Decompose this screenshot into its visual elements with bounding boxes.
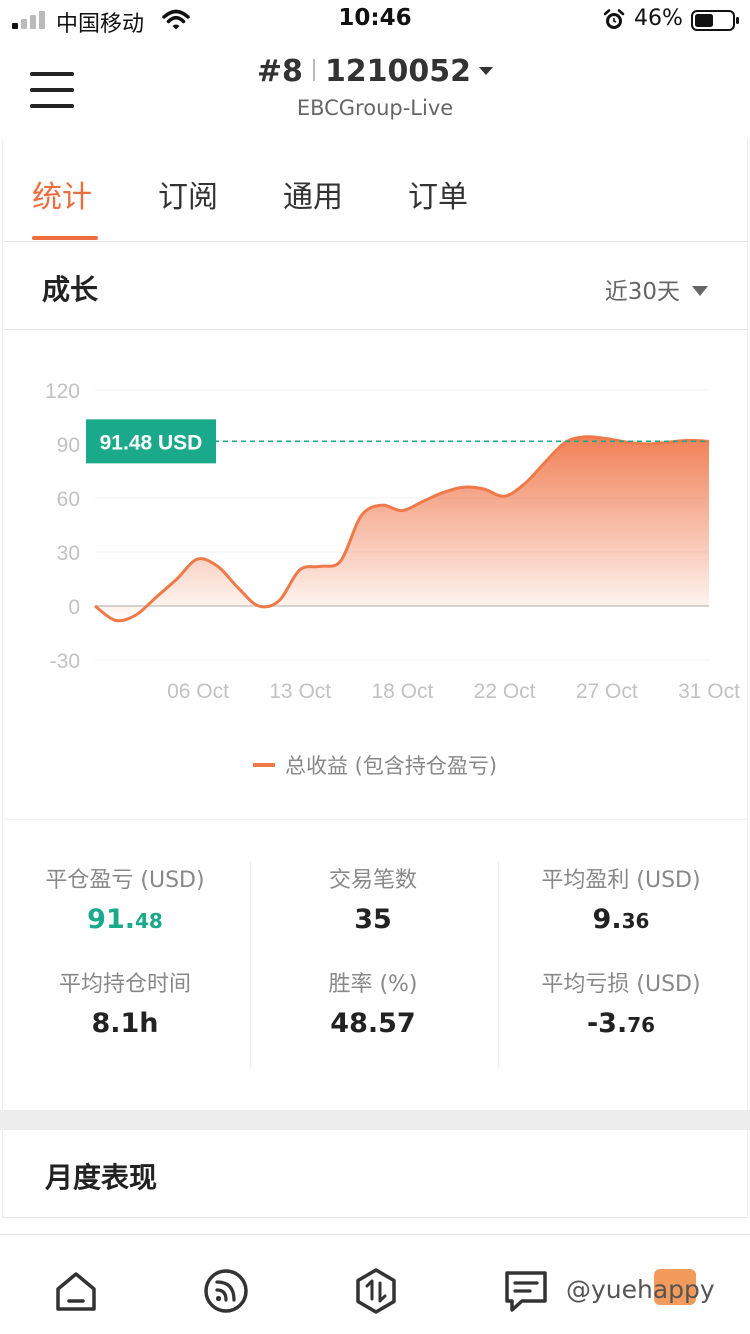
tab-orders[interactable]: 订单 [408, 172, 468, 216]
chart-legend: 总收益 (包含持仓盈亏) [2, 750, 748, 780]
stat-value-dec: 76 [627, 1013, 656, 1037]
stat-avg-loss: 平均亏损 (USD) -3.76 [498, 966, 744, 1039]
tab-general[interactable]: 通用 [283, 172, 343, 216]
x-tick-label: 31 Oct [678, 680, 740, 703]
watermark-text: @yuehappy [566, 1275, 715, 1304]
tab-bar: 统计 订阅 通用 订单 [2, 140, 748, 242]
stat-avg-hold: 平均持仓时间 8.1h [2, 966, 248, 1039]
app-header: #8 1210052 EBCGroup-Live [0, 40, 750, 140]
trade-icon[interactable] [352, 1267, 400, 1315]
bottom-nav: @yuehappy [0, 1234, 750, 1334]
y-tick-label: 60 [57, 488, 80, 511]
x-tick-label: 13 Oct [269, 680, 331, 703]
section-separator [0, 1110, 750, 1130]
divider [312, 59, 315, 81]
x-tick-label: 22 Oct [474, 680, 536, 703]
stats-grid: 平仓盈亏 (USD) 91.48 交易笔数 35 平均盈利 (USD) 9.36… [2, 820, 748, 1110]
account-number: #8 [256, 54, 303, 89]
monthly-section-header[interactable]: 月度表现 [2, 1130, 748, 1218]
x-tick-label: 06 Oct [167, 680, 229, 703]
chart-canvas: 120 90 60 30 0 -30 06 Oct 13 Oct 18 Oct 22 Oct 27 … [45, 380, 740, 703]
divider [250, 862, 251, 1068]
stat-trades: 交易笔数 35 [250, 862, 496, 935]
tab-subscribe[interactable]: 订阅 [158, 172, 218, 216]
battery-icon [691, 10, 739, 31]
server-name: EBCGroup-Live [296, 96, 454, 120]
caret-down-icon [692, 286, 708, 296]
y-tick-label: 90 [57, 434, 80, 457]
y-tick-label: 0 [68, 596, 80, 619]
growth-section-header: 成长 近30天 [2, 242, 748, 330]
stat-win-rate: 胜率 (%) 48.57 [250, 966, 496, 1039]
stat-label: 平仓盈亏 (USD) [45, 868, 205, 893]
stat-label: 平均亏损 (USD) [541, 972, 701, 997]
stat-closed-pl: 平仓盈亏 (USD) 91.48 [2, 862, 248, 935]
stat-value-dec: 36 [621, 909, 650, 933]
stat-label: 平均持仓时间 [58, 972, 191, 997]
section-title: 成长 [42, 273, 99, 306]
caret-down-icon [479, 67, 494, 75]
stat-avg-profit: 平均盈利 (USD) 9.36 [498, 862, 744, 935]
signal-feed-icon[interactable] [202, 1267, 250, 1315]
tab-stats[interactable]: 统计 [32, 172, 92, 216]
stat-value-int: -3. [586, 1008, 628, 1039]
stat-label: 平均盈利 (USD) [541, 868, 701, 893]
stat-label: 胜率 (%) [328, 972, 418, 997]
stat-value-dec: 48 [135, 909, 163, 933]
stat-value: 91.48 [2, 904, 248, 935]
x-tick-label: 27 Oct [576, 680, 638, 703]
section-title: 月度表现 [45, 1161, 158, 1194]
active-tab-indicator [32, 236, 98, 240]
account-id: 1210052 [324, 54, 472, 89]
growth-chart: 120 90 60 30 0 -30 06 Oct 13 Oct 18 Oct 22 Oct 27 … [2, 330, 748, 820]
alarm-icon [603, 9, 625, 29]
series-area [95, 436, 709, 621]
stat-label: 交易笔数 [328, 868, 417, 893]
divider [498, 862, 499, 1068]
stat-value: 9.36 [498, 904, 744, 935]
legend-swatch [252, 763, 275, 767]
y-tick-label: 30 [57, 542, 80, 565]
legend-label: 总收益 (包含持仓盈亏) [284, 754, 498, 778]
stat-value-int: 9. [592, 904, 622, 935]
range-label: 近30天 [604, 279, 680, 305]
home-icon[interactable] [52, 1267, 100, 1315]
stat-value: 48.57 [330, 1008, 416, 1039]
y-tick-label: -30 [50, 650, 80, 673]
x-tick-label: 18 Oct [371, 680, 433, 703]
battery-percent: 46% [634, 6, 683, 31]
current-value-label: 91.48 USD [100, 431, 203, 454]
stat-value: -3.76 [498, 1008, 744, 1039]
range-dropdown[interactable]: 近30天 [605, 272, 708, 306]
y-tick-label: 120 [45, 380, 80, 403]
stat-value-int: 91. [87, 904, 135, 935]
orders-icon[interactable] [502, 1267, 550, 1315]
account-selector[interactable]: #8 1210052 [0, 54, 750, 89]
stat-value: 8.1h [91, 1008, 159, 1039]
stat-value: 35 [354, 904, 392, 935]
status-bar: 中国移动 10:46 46% [0, 0, 750, 40]
